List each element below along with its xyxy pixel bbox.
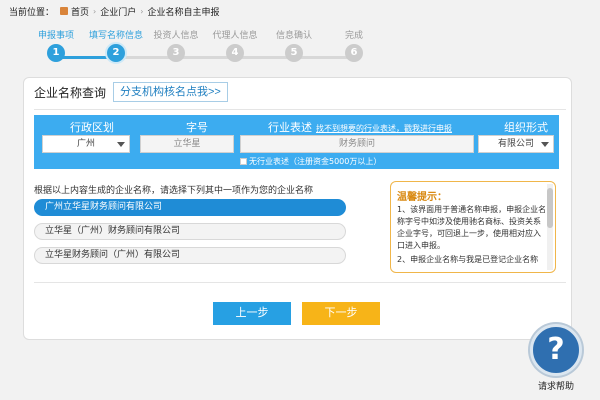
tip-title: 温馨提示： xyxy=(397,192,447,203)
name-instruction: 根据以上内容生成的企业名称，请选择下列其中一项作为您的企业名称 xyxy=(34,186,314,196)
tip-line-2: 2、申报企业名称与我是已登记企业名称 xyxy=(397,255,539,264)
breadcrumb-label: 当前位置： xyxy=(9,7,55,18)
industry-header: 行业表述 找不到想要的行业表述，戳我进行申报 xyxy=(268,119,452,135)
step-4: 代理人信息 4 xyxy=(205,30,265,62)
step-number: 3 xyxy=(167,44,185,62)
name-option-2[interactable]: 立华星（广州）财务顾问有限公司 xyxy=(34,223,346,240)
zihao-input[interactable]: 立华星 xyxy=(140,135,234,153)
step-number: 5 xyxy=(285,44,303,62)
name-query-panel: 企业名称查询 分支机构核名点我>> 行政区划 字号 行业表述 找不到想要的行业表述… xyxy=(23,77,572,340)
step-label: 代理人信息 xyxy=(212,31,258,41)
divider xyxy=(34,109,566,110)
panel-title: 企业名称查询 xyxy=(34,86,107,100)
step-number: 1 xyxy=(47,44,65,62)
help-glyph: ? xyxy=(547,332,565,367)
breadcrumb-item-current: 企业名称自主申报 xyxy=(147,7,220,18)
breadcrumb-separator-icon: › xyxy=(93,6,97,16)
tip-body: 1、该界面用于普通名称申报，申报企业名称字号中如涉及使用驰名商标、投资关系企业字… xyxy=(397,204,547,268)
no-industry-checkbox[interactable] xyxy=(240,158,247,165)
step-6: 完成 6 xyxy=(324,30,384,62)
help-label: 请求帮助 xyxy=(537,382,574,392)
chevron-down-icon xyxy=(541,142,549,147)
breadcrumb: 当前位置： 首页 › 企业门户 › 企业名称自主申报 xyxy=(0,0,600,22)
industry-report-link[interactable]: 找不到想要的行业表述，戳我进行申报 xyxy=(316,124,452,133)
step-label: 完成 xyxy=(344,31,363,41)
name-option-1[interactable]: 广州立华星财务顾问有限公司 xyxy=(34,199,346,216)
step-label: 投资人信息 xyxy=(153,31,199,41)
region-value: 广州 xyxy=(76,139,95,149)
step-5: 信息确认 5 xyxy=(264,30,324,62)
form-value: 有限公司 xyxy=(497,139,534,149)
help-question-icon[interactable]: ? xyxy=(530,324,582,376)
next-step-button[interactable]: 下一步 xyxy=(302,302,380,325)
name-option-3[interactable]: 立华星财务顾问（广州）有限公司 xyxy=(34,247,346,264)
previous-step-button[interactable]: 上一步 xyxy=(213,302,291,325)
step-1: 申报事项 1 xyxy=(26,30,86,62)
step-number: 6 xyxy=(345,44,363,62)
region-header: 行政区划 xyxy=(70,121,114,134)
step-number: 2 xyxy=(105,42,127,64)
industry-header-label: 行业表述 xyxy=(268,121,312,134)
help-widget[interactable]: ? 请求帮助 xyxy=(528,324,584,400)
step-3: 投资人信息 3 xyxy=(146,30,206,62)
industry-input[interactable]: 财务顾问 xyxy=(240,135,474,153)
chevron-down-icon xyxy=(117,142,125,147)
breadcrumb-item-home[interactable]: 首页 xyxy=(71,5,89,18)
step-progress: 申报事项 1 填写名称信息 2 投资人信息 3 代理人信息 4 信息确认 5 完… xyxy=(34,30,374,66)
zihao-header: 字号 xyxy=(186,121,208,134)
no-industry-label: 无行业表述（注册资金5000万以上） xyxy=(249,157,382,166)
query-bar: 行政区划 字号 行业表述 找不到想要的行业表述，戳我进行申报 组织形式 广州 立华… xyxy=(34,115,559,169)
form-select[interactable]: 有限公司 xyxy=(478,135,554,153)
home-icon xyxy=(60,7,69,15)
tip-scrollbar-thumb[interactable] xyxy=(547,188,553,228)
form-header: 组织形式 xyxy=(504,121,548,134)
tip-box: 温馨提示： 1、该界面用于普通名称申报，申报企业名称字号中如涉及使用驰名商标、投… xyxy=(390,181,556,273)
step-label: 信息确认 xyxy=(275,31,312,41)
branch-name-check-button[interactable]: 分支机构核名点我>> xyxy=(113,82,228,102)
tip-line-1: 1、该界面用于普通名称申报，申报企业名称字号中如涉及使用驰名商标、投资关系企业字… xyxy=(397,205,547,250)
step-label: 申报事项 xyxy=(37,31,74,41)
breadcrumb-separator-icon: › xyxy=(140,6,144,16)
no-industry-option[interactable]: 无行业表述（注册资金5000万以上） xyxy=(240,156,381,167)
step-2: 填写名称信息 2 xyxy=(86,30,146,64)
region-select[interactable]: 广州 xyxy=(42,135,130,153)
breadcrumb-item-portal[interactable]: 企业门户 xyxy=(100,5,136,18)
step-number: 4 xyxy=(226,44,244,62)
divider xyxy=(34,282,566,283)
